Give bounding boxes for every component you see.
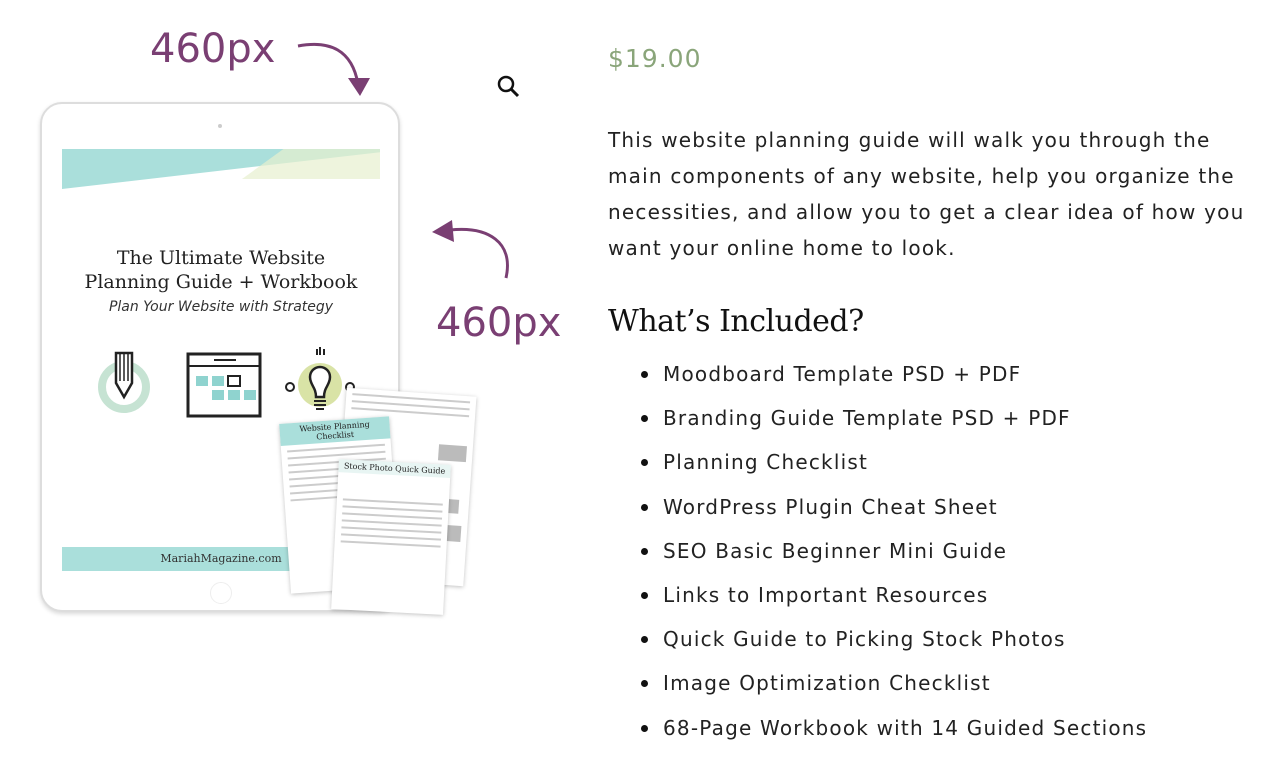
list-item: Quick Guide to Picking Stock Photos [640,623,1147,667]
cover-subtitle: Plan Your Website with Strategy [108,299,334,315]
cover-title-line2: Planning Guide + Workbook [84,271,358,293]
page-preview-stock-photo: Stock Photo Quick Guide [331,459,451,615]
list-item: Moodboard Template PSD + PDF [640,358,1147,402]
list-item: Branding Guide Template PSD + PDF [640,402,1147,446]
home-button [210,582,232,604]
included-heading: What’s Included? [608,304,864,339]
layout-icon [186,352,262,418]
arrow-down-icon [297,42,370,96]
list-item: Image Optimization Checklist [640,667,1147,711]
list-item: WordPress Plugin Cheat Sheet [640,491,1147,535]
magnifier-icon[interactable] [496,74,522,100]
list-item: Links to Important Resources [640,579,1147,623]
height-annotation: 460px [436,300,562,346]
pencil-icon [98,351,150,413]
list-item: 68-Page Workbook with 14 Guided Sections [640,712,1147,756]
list-item: SEO Basic Beginner Mini Guide [640,535,1147,579]
included-list: Moodboard Template PSD + PDF Branding Gu… [640,358,1147,756]
tablet-camera [218,124,222,128]
cover-title-line1: The Ultimate Website [116,247,326,269]
product-price: $19.00 [608,44,702,73]
width-annotation: 460px [150,26,276,72]
arrow-left-icon [432,220,509,279]
product-description: This website planning guide will walk yo… [608,128,1245,260]
list-item: Planning Checklist [640,446,1147,490]
